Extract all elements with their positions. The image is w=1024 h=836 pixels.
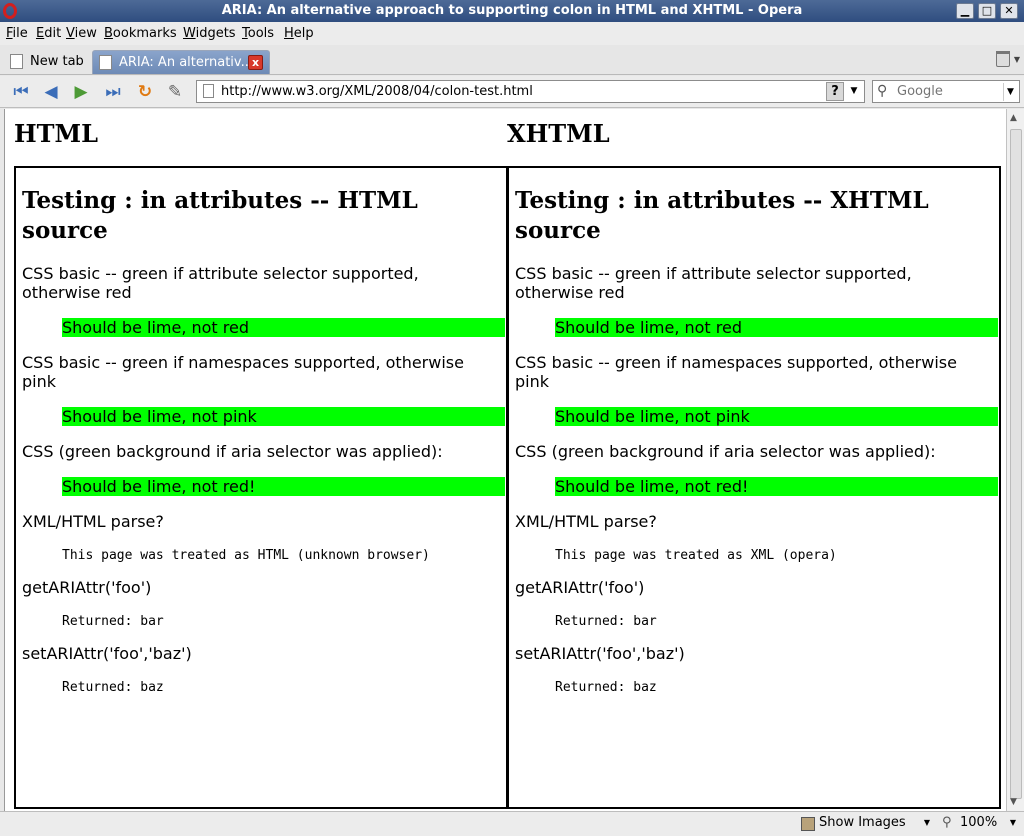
set-attr-label: setARIAttr('foo','baz') bbox=[22, 644, 192, 663]
set-attr-label: setARIAttr('foo','baz') bbox=[515, 644, 685, 663]
vertical-scrollbar[interactable]: ▲ ▼ bbox=[1006, 109, 1024, 811]
set-attr-result: Returned: baz bbox=[62, 680, 164, 695]
get-attr-result: Returned: bar bbox=[555, 614, 657, 629]
parse-result: This page was treated as HTML (unknown b… bbox=[62, 548, 430, 563]
menu-view[interactable]: View bbox=[66, 26, 97, 41]
scroll-up-icon[interactable]: ▲ bbox=[1010, 113, 1017, 123]
column-heading-html: HTML bbox=[14, 119, 98, 148]
rewind-icon[interactable]: ⏮ bbox=[10, 81, 32, 103]
tab-new[interactable]: New tab bbox=[4, 50, 90, 74]
xhtml-frame: Testing : in attributes -- XHTML source … bbox=[507, 166, 1001, 809]
search-icon: ⚲ bbox=[877, 83, 888, 99]
close-window-button[interactable]: ✕ bbox=[1000, 3, 1018, 19]
url-text[interactable]: http://www.w3.org/XML/2008/04/colon-test… bbox=[221, 84, 533, 99]
css-aria-label: CSS (green background if aria selector w… bbox=[515, 442, 936, 461]
parse-result: This page was treated as XML (opera) bbox=[555, 548, 837, 563]
css-ns-label: CSS basic -- green if namespaces support… bbox=[515, 353, 957, 391]
reload-icon[interactable]: ↻ bbox=[134, 81, 156, 103]
css-ns-result: Should be lime, not pink bbox=[555, 407, 998, 426]
minimize-button[interactable]: ▁ bbox=[956, 3, 974, 19]
css-attr-result: Should be lime, not red bbox=[555, 318, 998, 337]
show-images-label: Show Images bbox=[819, 815, 906, 830]
fast-forward-icon[interactable]: ⏭ bbox=[102, 81, 124, 103]
image-icon bbox=[801, 817, 815, 831]
maximize-button[interactable]: □ bbox=[978, 3, 996, 19]
document-icon bbox=[99, 55, 112, 70]
chevron-down-icon[interactable]: ▼ bbox=[1003, 83, 1017, 101]
parse-label: XML/HTML parse? bbox=[515, 512, 657, 531]
chevron-down-icon[interactable]: ▼ bbox=[846, 82, 862, 101]
css-aria-result: Should be lime, not red! bbox=[555, 477, 998, 496]
chevron-down-icon[interactable]: ▼ bbox=[1014, 55, 1020, 64]
test-title: Testing : in attributes -- HTML source bbox=[22, 187, 418, 244]
search-box[interactable]: ⚲ ▼ bbox=[872, 80, 1020, 103]
css-attr-label: CSS basic -- green if attribute selector… bbox=[22, 264, 419, 302]
css-ns-label: CSS basic -- green if namespaces support… bbox=[22, 353, 464, 391]
css-ns-result: Should be lime, not pink bbox=[62, 407, 505, 426]
menu-tools[interactable]: Tools bbox=[242, 26, 274, 41]
html-frame: Testing : in attributes -- HTML source C… bbox=[14, 166, 508, 809]
show-images-button[interactable]: Show Images ▼ bbox=[800, 815, 934, 834]
set-attr-result: Returned: baz bbox=[555, 680, 657, 695]
css-aria-label: CSS (green background if aria selector w… bbox=[22, 442, 443, 461]
column-heading-xhtml: XHTML bbox=[507, 119, 610, 148]
menu-bar: File Edit View Bookmarks Widgets Tools H… bbox=[0, 22, 1024, 45]
menu-edit[interactable]: Edit bbox=[36, 26, 61, 41]
search-input[interactable] bbox=[897, 84, 997, 99]
zoom-icon: ⚲ bbox=[942, 815, 952, 830]
tab-bar: New tab ARIA: An alternativ... x ▼ bbox=[0, 45, 1024, 75]
get-attr-label: getARIAttr('foo') bbox=[515, 578, 645, 597]
tab-label: ARIA: An alternativ... bbox=[119, 55, 253, 70]
get-attr-result: Returned: bar bbox=[62, 614, 164, 629]
edit-pen-icon[interactable]: ✎ bbox=[164, 81, 186, 103]
address-bar[interactable]: http://www.w3.org/XML/2008/04/colon-test… bbox=[196, 80, 865, 103]
zoom-level: 100% bbox=[960, 815, 998, 830]
tab-label: New tab bbox=[30, 54, 84, 69]
close-tab-icon[interactable]: x bbox=[248, 55, 263, 70]
parse-label: XML/HTML parse? bbox=[22, 512, 164, 531]
css-attr-label: CSS basic -- green if attribute selector… bbox=[515, 264, 912, 302]
page-content: HTML XHTML Testing : in attributes -- HT… bbox=[4, 109, 1006, 811]
title-bar: ARIA: An alternative approach to support… bbox=[0, 0, 1024, 22]
document-icon bbox=[10, 54, 23, 69]
menu-file[interactable]: File bbox=[6, 26, 28, 41]
navigation-toolbar: ⏮ ◀ ▶ ⏭ ↻ ✎ http://www.w3.org/XML/2008/0… bbox=[0, 76, 1024, 108]
back-icon[interactable]: ◀ bbox=[40, 81, 62, 103]
window-title: ARIA: An alternative approach to support… bbox=[221, 3, 803, 18]
chevron-down-icon: ▼ bbox=[923, 818, 930, 827]
css-aria-result: Should be lime, not red! bbox=[62, 477, 505, 496]
scroll-down-icon[interactable]: ▼ bbox=[1010, 797, 1017, 807]
scrollbar-thumb[interactable] bbox=[1010, 129, 1022, 799]
get-attr-label: getARIAttr('foo') bbox=[22, 578, 152, 597]
test-title: Testing : in attributes -- XHTML source bbox=[515, 187, 929, 244]
menu-widgets[interactable]: Widgets bbox=[183, 26, 236, 41]
page-icon bbox=[203, 84, 214, 98]
tab-active[interactable]: ARIA: An alternativ... x bbox=[92, 50, 270, 74]
css-attr-result: Should be lime, not red bbox=[62, 318, 505, 337]
zoom-control[interactable]: ⚲ 100% ▼ bbox=[940, 815, 1020, 834]
menu-bookmarks[interactable]: Bookmarks bbox=[104, 26, 177, 41]
forward-icon[interactable]: ▶ bbox=[70, 81, 92, 103]
status-bar: Show Images ▼ ⚲ 100% ▼ bbox=[0, 811, 1024, 836]
menu-help[interactable]: Help bbox=[284, 26, 314, 41]
site-info-button[interactable]: ? bbox=[826, 82, 844, 101]
chevron-down-icon: ▼ bbox=[1009, 818, 1016, 827]
trash-icon[interactable] bbox=[996, 51, 1010, 67]
